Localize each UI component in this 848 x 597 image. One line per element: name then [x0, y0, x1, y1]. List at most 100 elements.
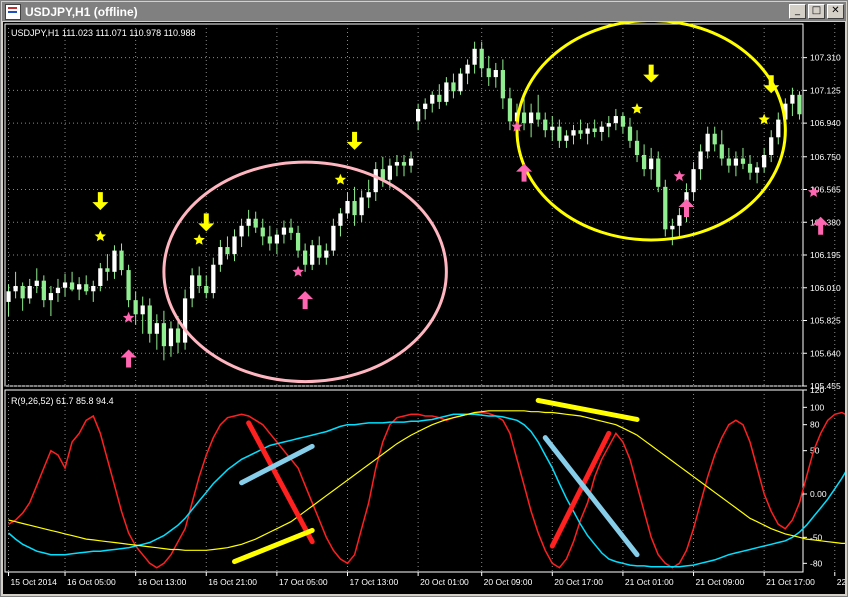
- candle-body: [747, 163, 753, 173]
- candle-body: [48, 293, 54, 301]
- candle-body: [550, 126, 555, 131]
- candle-body: [712, 133, 717, 145]
- candle-body: [204, 285, 209, 294]
- candle-body: [769, 137, 774, 155]
- candle-body: [147, 305, 152, 334]
- candle-body: [394, 162, 400, 166]
- candle-body: [458, 73, 463, 92]
- candle-body: [98, 268, 103, 286]
- candle-body: [91, 285, 96, 292]
- candle-body: [691, 169, 696, 193]
- candle-body: [34, 280, 39, 286]
- candle-body: [578, 130, 583, 134]
- candle-body: [69, 282, 75, 290]
- candle-body: [197, 275, 202, 286]
- candle-body: [698, 151, 703, 170]
- candle-body: [295, 232, 301, 251]
- time-tick-label: 17 Oct 05:00: [279, 577, 328, 587]
- osc-tick-label: 120: [810, 385, 824, 395]
- candle-body: [62, 282, 68, 288]
- candle-body: [225, 247, 230, 255]
- candle-body: [239, 225, 244, 237]
- candle-body: [740, 158, 746, 164]
- candle-body: [564, 135, 569, 141]
- candle-body: [352, 201, 357, 216]
- time-tick-label: 21 Oct 17:00: [766, 577, 815, 587]
- candle-body: [373, 169, 378, 193]
- candle-body: [84, 284, 89, 292]
- candle-body: [190, 275, 195, 299]
- candle-body: [705, 133, 710, 152]
- candle-body: [726, 158, 731, 166]
- candle-body: [437, 94, 442, 102]
- candle-body: [585, 128, 590, 134]
- candle-body: [444, 82, 449, 102]
- candle-body: [543, 119, 548, 131]
- candle-body: [260, 227, 265, 237]
- minimize-button[interactable]: _: [789, 4, 806, 19]
- price-tick-label: 106.750: [810, 152, 841, 162]
- candle-body: [41, 280, 46, 301]
- time-tick-label: 16 Oct 21:00: [208, 577, 257, 587]
- candle-body: [331, 225, 336, 251]
- time-tick-label: 20 Oct 09:00: [484, 577, 533, 587]
- oscillator-info-label: R(9,26,52) 61.7 85.8 94.4: [11, 396, 114, 406]
- candle-body: [613, 116, 618, 124]
- candle-body: [133, 300, 138, 315]
- candle-body: [338, 213, 343, 226]
- candle-body: [677, 215, 682, 226]
- time-tick-label: 21 Oct 01:00: [625, 577, 674, 587]
- candle-body: [670, 225, 675, 230]
- candle-body: [232, 236, 237, 255]
- price-tick-label: 105.640: [810, 348, 841, 358]
- candle-body: [762, 154, 767, 168]
- candle-body: [592, 128, 597, 132]
- candle-body: [317, 245, 322, 258]
- chart-canvas[interactable]: 107.310107.125106.940106.750106.565106.3…: [3, 22, 845, 594]
- chart-app-icon: [5, 3, 21, 20]
- time-tick-label: 21 Oct 09:00: [696, 577, 745, 587]
- time-tick-label: 17 Oct 13:00: [350, 577, 399, 587]
- candle-body: [267, 236, 272, 244]
- candle-body: [430, 94, 435, 104]
- maximize-button[interactable]: □: [808, 4, 825, 19]
- candle-body: [408, 158, 414, 166]
- candle-body: [161, 323, 167, 347]
- time-tick-label: 15 Oct 2014: [11, 577, 58, 587]
- candle-body: [465, 64, 470, 74]
- candle-body: [140, 305, 145, 315]
- candle-body: [627, 126, 633, 141]
- candle-body: [649, 158, 654, 170]
- candle-body: [719, 144, 724, 159]
- candle-body: [253, 218, 258, 228]
- candle-body: [175, 328, 181, 343]
- candle-body: [451, 82, 456, 92]
- close-button[interactable]: ✕: [827, 4, 844, 19]
- candle-body: [754, 167, 760, 173]
- candle-body: [13, 285, 18, 292]
- osc-tick-label: 100: [810, 402, 824, 412]
- price-tick-label: 105.825: [810, 316, 841, 326]
- candle-body: [6, 291, 11, 302]
- title-bar[interactable]: USDJPY,H1 (offline) _ □ ✕: [2, 2, 846, 21]
- price-tick-label: 107.125: [810, 85, 841, 95]
- candle-body: [634, 140, 640, 155]
- candle-body: [126, 270, 131, 301]
- candle-body: [218, 247, 223, 265]
- candle-body: [154, 323, 159, 334]
- osc-tick-label: 80: [810, 420, 820, 430]
- candle-body: [168, 328, 174, 347]
- candle-body: [663, 186, 668, 230]
- candle-body: [324, 250, 329, 258]
- candle-body: [366, 192, 371, 198]
- candle-body: [281, 227, 287, 235]
- candle-body: [288, 227, 294, 233]
- candle-body: [472, 48, 477, 65]
- window-title: USDJPY,H1 (offline): [25, 4, 138, 19]
- osc-tick-label: 0.00: [810, 489, 827, 499]
- candle-body: [303, 250, 308, 265]
- time-tick-label: 22 Oct 01:00: [837, 577, 845, 587]
- candle-body: [387, 165, 392, 180]
- candle-body: [310, 245, 315, 265]
- chart-window: USDJPY,H1 (offline) _ □ ✕ 107.310 107.125…: [0, 0, 848, 597]
